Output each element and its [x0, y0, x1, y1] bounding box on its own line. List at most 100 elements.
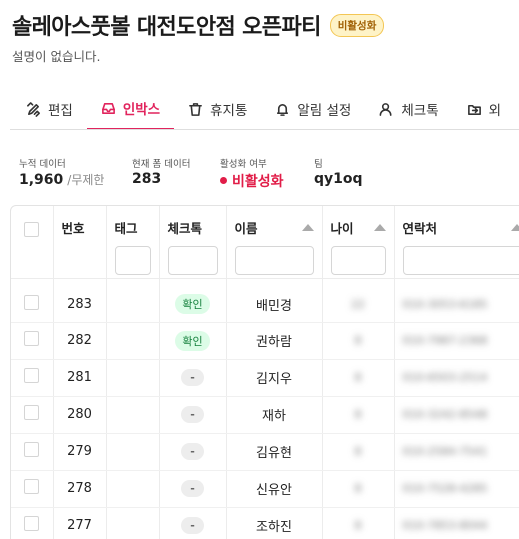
- stat-label: 팀: [314, 159, 323, 170]
- stat-label: 활성화 여부: [220, 159, 267, 170]
- column-header-age[interactable]: 나이: [322, 206, 395, 279]
- page-title: 솔레아스풋볼 대전도안점 오픈파티: [12, 15, 321, 40]
- cell-age: 8: [354, 408, 362, 421]
- table-row[interactable]: 277 - 조하진 8 010-7853-8044: [11, 507, 519, 539]
- select-all-checkbox[interactable]: [24, 222, 40, 237]
- edit-icon: [27, 101, 40, 117]
- stat-label: 누적 데이터: [19, 159, 66, 170]
- table-row[interactable]: 278 - 신유안 8 010-7528-4285: [11, 470, 519, 508]
- table-row[interactable]: 281 - 김지우 8 010-6503-2514: [11, 359, 519, 397]
- export-icon: [467, 104, 481, 115]
- cell-phone: 010-3053-6185: [402, 297, 488, 311]
- table-row[interactable]: 280 - 재하 8 010-3242-8548: [11, 396, 519, 434]
- cell-no: 279: [53, 433, 107, 471]
- cell-phone: 010-6503-2514: [402, 371, 488, 384]
- stat-label: 현재 폼 데이터: [132, 159, 191, 170]
- column-header-phone[interactable]: 연락처: [394, 206, 519, 279]
- checktalk-status-badge: 확인: [175, 330, 210, 351]
- cell-name: 조하진: [226, 507, 323, 539]
- cell-age: 8: [354, 371, 362, 384]
- stat-value: qy1oq: [314, 171, 363, 187]
- cell-age: 8: [354, 519, 362, 532]
- checktalk-filter-input[interactable]: [167, 246, 218, 275]
- sort-icon[interactable]: [510, 224, 519, 231]
- tab-label: 인박스: [122, 102, 161, 118]
- cell-age: 8: [354, 334, 362, 347]
- tab-checktalk[interactable]: 체크톡: [365, 92, 452, 129]
- stat-value: 비활성화: [232, 174, 284, 190]
- tab-export[interactable]: 외: [453, 92, 515, 129]
- age-filter-input[interactable]: [330, 246, 386, 275]
- row-checkbox[interactable]: [24, 479, 40, 494]
- tab-edit[interactable]: 편집: [10, 92, 87, 129]
- cell-tag: [106, 278, 160, 323]
- cell-age: 8: [354, 482, 362, 495]
- stat-current: 현재 폼 데이터 283: [132, 156, 220, 191]
- column-header-no[interactable]: 번호: [53, 206, 107, 279]
- row-checkbox[interactable]: [24, 331, 40, 346]
- cell-phone: 010-7528-4285: [402, 482, 488, 495]
- status-badge: 비활성화: [329, 13, 385, 37]
- phone-filter-input[interactable]: [402, 246, 519, 275]
- table-row[interactable]: 279 - 김유현 8 010-2584-7541: [11, 433, 519, 471]
- cell-name: 재하: [226, 396, 323, 434]
- row-checkbox[interactable]: [24, 516, 40, 531]
- stat-value: 283: [132, 171, 162, 187]
- tab-label: 휴지통: [210, 103, 248, 119]
- checktalk-status-badge: 확인: [175, 294, 210, 314]
- tab-trash[interactable]: 휴지통: [174, 92, 261, 129]
- tab-label: 알림 설정: [297, 103, 352, 119]
- cell-age: 22: [351, 297, 365, 311]
- cell-age: 8: [354, 445, 362, 458]
- row-checkbox[interactable]: [24, 442, 40, 457]
- cell-no: 278: [53, 470, 107, 508]
- checktalk-status-badge: -: [181, 443, 204, 460]
- cell-name: 권하람: [226, 322, 323, 360]
- cell-tag: [106, 359, 160, 397]
- cell-phone: 010-2584-7541: [402, 445, 488, 458]
- row-checkbox[interactable]: [24, 368, 40, 383]
- data-table: 번호 태그 체크톡 이름 나이 연락처 283 확인 배민경 22 010-3053-6…: [10, 205, 519, 539]
- cell-no: 282: [53, 322, 107, 360]
- cell-name: 김유현: [226, 433, 323, 471]
- tab-label: 외: [488, 103, 502, 119]
- tab-inbox[interactable]: 인박스: [86, 92, 175, 129]
- cell-name: 김지우: [226, 359, 323, 397]
- row-checkbox[interactable]: [24, 294, 40, 310]
- name-filter-input[interactable]: [234, 246, 314, 275]
- stat-cumulative: 누적 데이터 1,960/무제한: [19, 156, 132, 191]
- tab-label: 편집: [48, 103, 73, 119]
- sort-icon[interactable]: [301, 224, 314, 231]
- tab-bar: 편집 인박스 휴지통 알림 설정 체크톡 외: [10, 92, 519, 130]
- cell-phone: 010-7853-8044: [402, 519, 488, 532]
- cell-no: 283: [53, 278, 107, 323]
- inbox-icon: [101, 102, 115, 114]
- cell-phone: 010-7987-2368: [402, 334, 488, 347]
- stat-team: 팀 qy1oq: [314, 156, 363, 191]
- column-header-checktalk[interactable]: 체크톡: [159, 206, 227, 279]
- cell-no: 277: [53, 507, 107, 539]
- row-checkbox[interactable]: [24, 405, 40, 420]
- stat-value: 1,960: [19, 172, 64, 188]
- table-row[interactable]: 283 확인 배민경 22 010-3053-6185: [11, 278, 519, 323]
- user-icon: [379, 102, 392, 116]
- cell-name: 신유안: [226, 470, 323, 508]
- column-header-name[interactable]: 이름: [226, 206, 323, 279]
- cell-tag: [106, 396, 160, 434]
- tab-notification-settings[interactable]: 알림 설정: [261, 92, 365, 129]
- column-header-tag[interactable]: 태그: [106, 206, 160, 279]
- checktalk-status-badge: -: [181, 517, 204, 534]
- cell-tag: [106, 433, 160, 471]
- page-header: 솔레아스풋볼 대전도안점 오픈파티 비활성화 설명이 없습니다.: [12, 8, 512, 65]
- status-dot-icon: [220, 177, 227, 184]
- cell-tag: [106, 470, 160, 508]
- tag-filter-input[interactable]: [114, 246, 151, 275]
- trash-icon: [189, 102, 203, 116]
- checktalk-status-badge: -: [181, 480, 204, 497]
- sort-icon[interactable]: [373, 224, 386, 231]
- table-row[interactable]: 282 확인 권하람 8 010-7987-2368: [11, 322, 519, 360]
- checktalk-status-badge: -: [181, 369, 204, 386]
- cell-phone: 010-3242-8548: [402, 408, 488, 421]
- cell-tag: [106, 322, 160, 360]
- stat-active: 활성화 여부 비활성화: [220, 156, 314, 191]
